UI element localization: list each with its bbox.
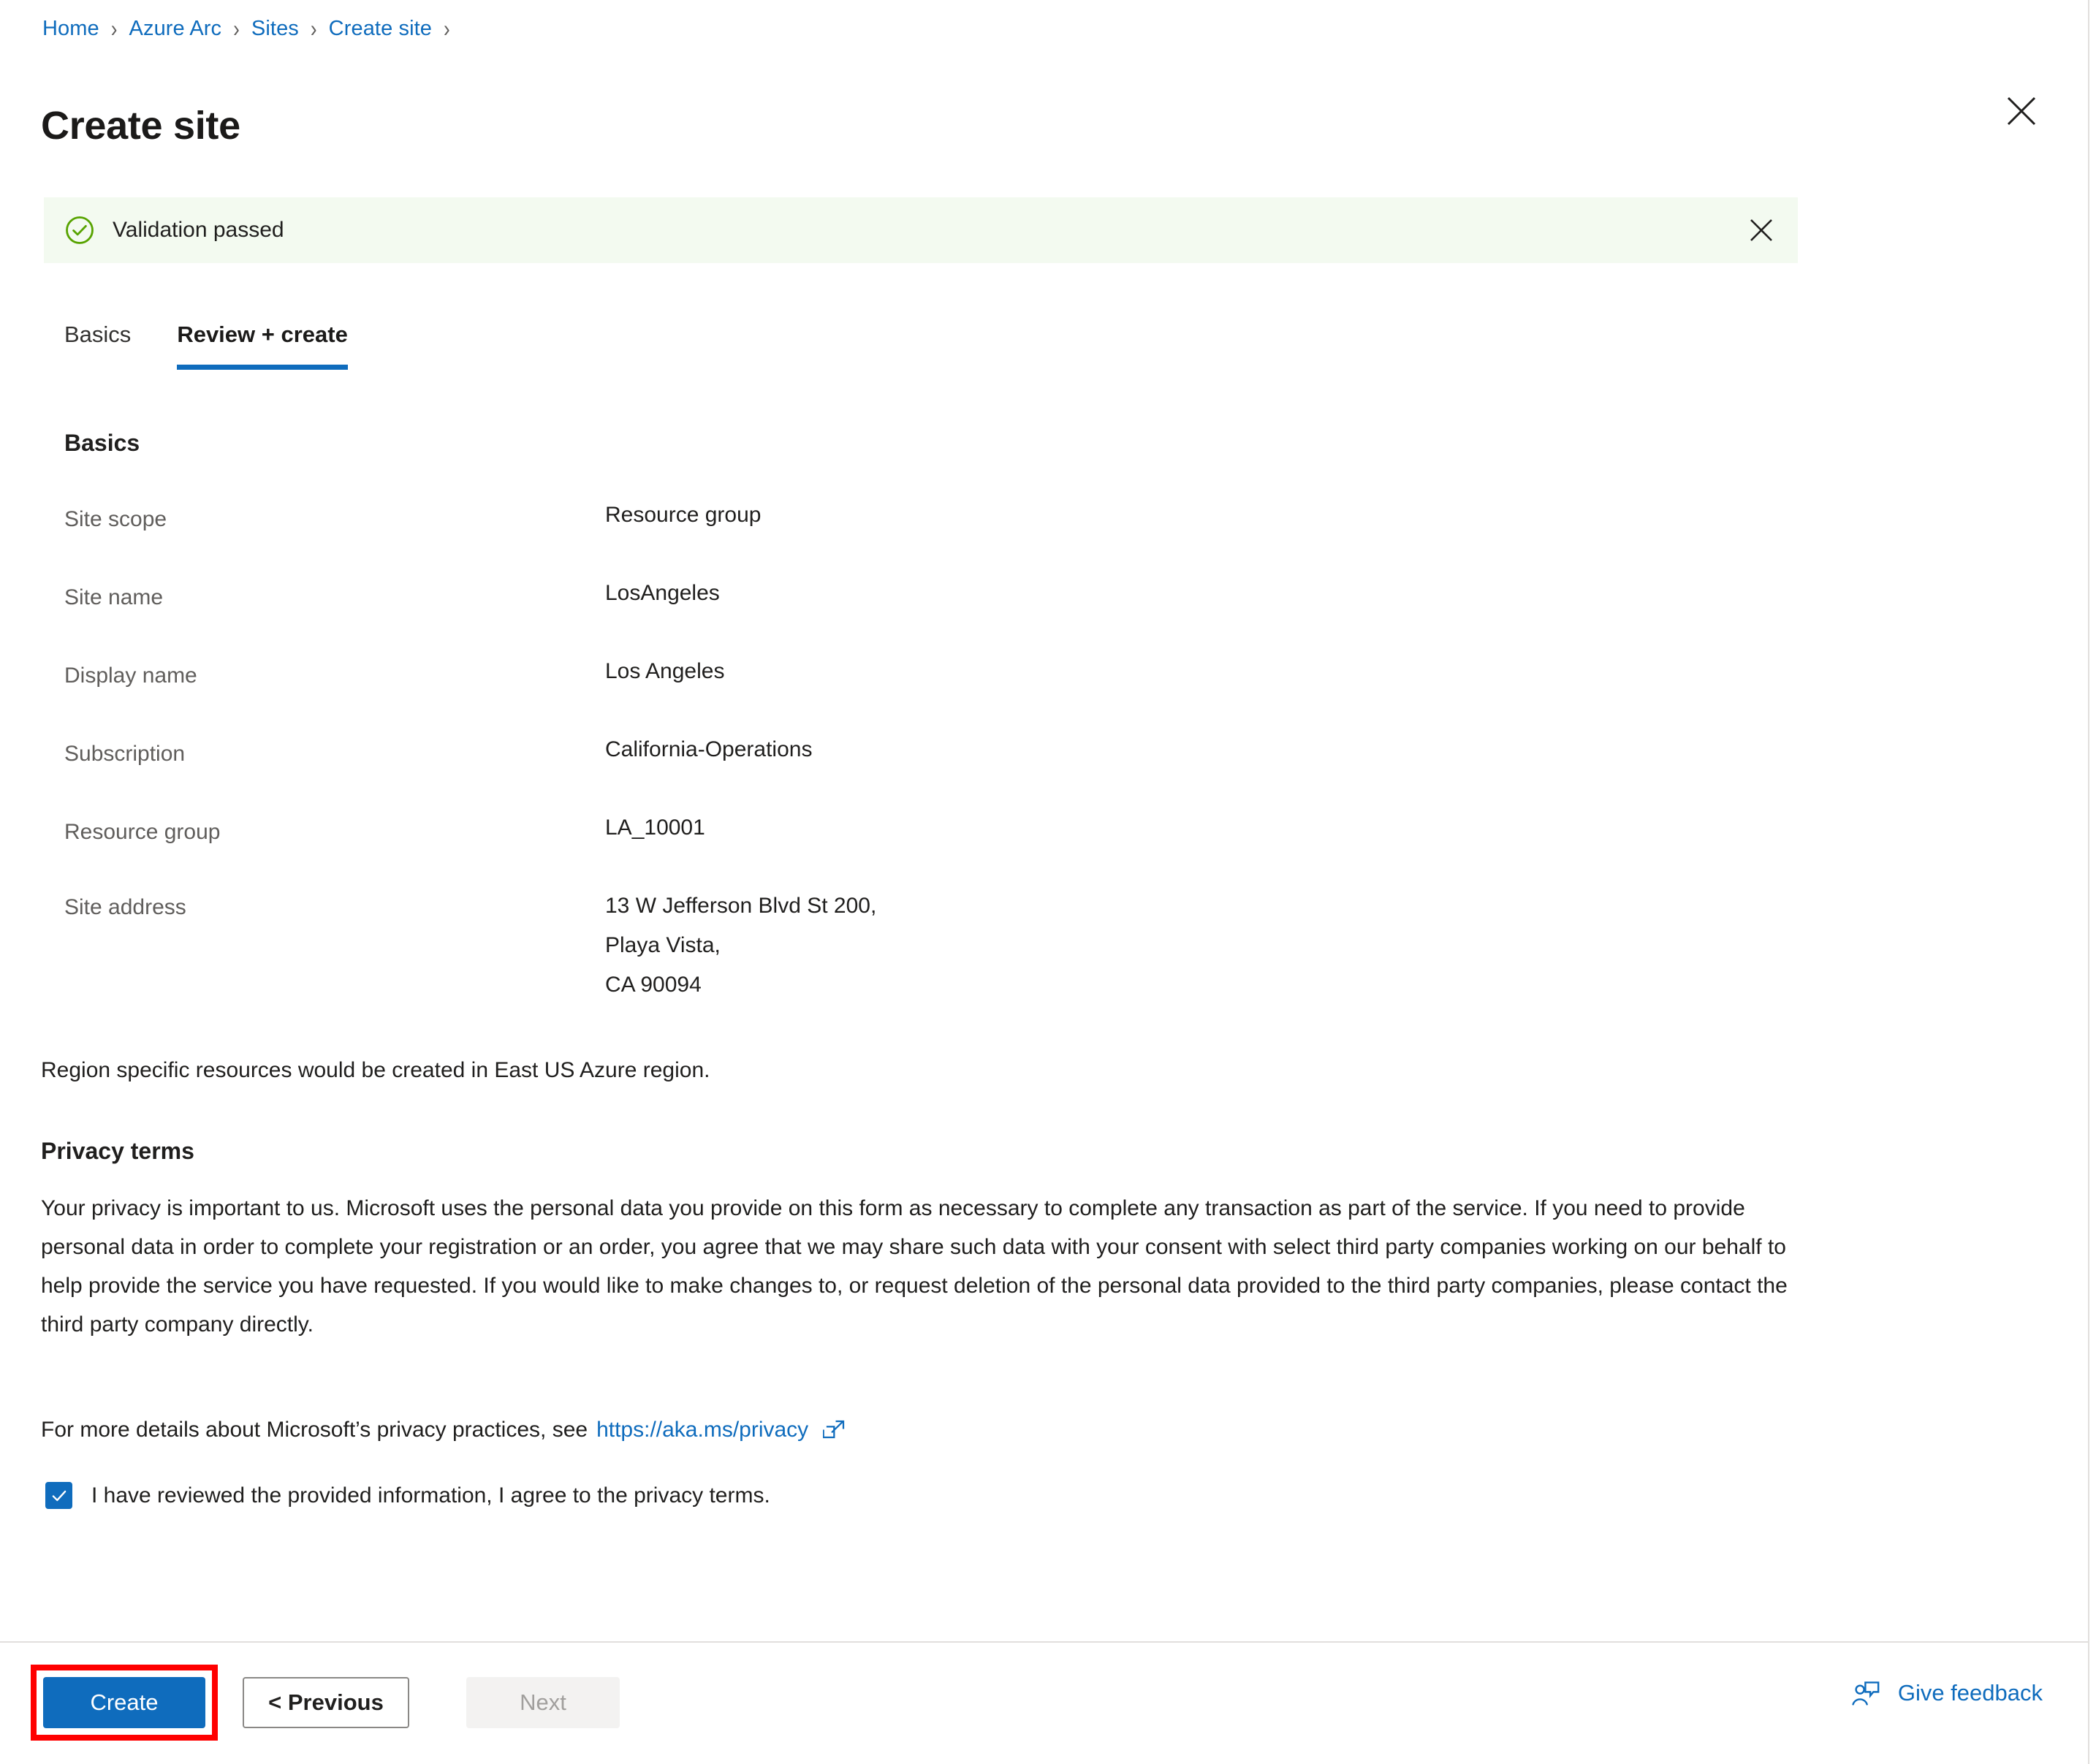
breadcrumb-item-azure-arc[interactable]: Azure Arc xyxy=(129,16,222,42)
wizard-tabs: Basics Review + create xyxy=(64,322,394,370)
summary-key: Display name xyxy=(64,664,197,688)
give-feedback-button[interactable]: Give feedback xyxy=(1851,1678,2043,1708)
check-circle-icon xyxy=(66,216,94,244)
breadcrumb-separator-icon: › xyxy=(444,14,450,42)
privacy-terms-body: Your privacy is important to us. Microso… xyxy=(41,1196,1788,1337)
address-line: 13 W Jefferson Blvd St 200, xyxy=(605,894,877,918)
summary-key: Site address xyxy=(64,895,186,919)
summary-key: Site scope xyxy=(64,507,167,531)
summary-row-site-scope: Site scope Resource group xyxy=(64,504,1745,582)
close-icon[interactable] xyxy=(2000,89,2043,133)
summary-key: Site name xyxy=(64,585,164,609)
summary-row-site-address: Site address 13 W Jefferson Blvd St 200,… xyxy=(64,895,1745,1012)
breadcrumb-separator-icon: › xyxy=(233,14,240,42)
next-button: Next xyxy=(466,1677,620,1728)
create-button-highlight: Create xyxy=(31,1665,218,1741)
wizard-footer: Create < Previous Next Give feedback xyxy=(0,1643,2088,1764)
privacy-policy-link[interactable]: https://aka.ms/privacy xyxy=(596,1418,808,1442)
breadcrumb-item-create-site[interactable]: Create site xyxy=(329,16,432,42)
privacy-link-row: For more details about Microsoft’s priva… xyxy=(41,1418,846,1442)
person-feedback-icon xyxy=(1851,1678,1882,1708)
breadcrumb: Home › Azure Arc › Sites › Create site › xyxy=(42,14,462,42)
close-icon[interactable] xyxy=(1741,210,1782,251)
summary-key: Subscription xyxy=(64,742,186,766)
summary-key: Resource group xyxy=(64,820,221,844)
create-button[interactable]: Create xyxy=(43,1677,205,1728)
basics-summary-list: Site scope Resource group Site name LosA… xyxy=(64,504,1745,1012)
summary-value: LosAngeles xyxy=(605,581,720,605)
summary-value: LA_10001 xyxy=(605,816,705,840)
address-line: Playa Vista, xyxy=(605,933,721,957)
tab-review-create[interactable]: Review + create xyxy=(177,322,348,370)
breadcrumb-item-sites[interactable]: Sites xyxy=(251,16,299,42)
privacy-consent-checkbox[interactable] xyxy=(45,1482,72,1509)
privacy-link-prefix: For more details about Microsoft’s priva… xyxy=(41,1418,588,1442)
previous-button[interactable]: < Previous xyxy=(243,1677,409,1728)
privacy-consent-row[interactable]: I have reviewed the provided information… xyxy=(45,1482,770,1509)
breadcrumb-separator-icon: › xyxy=(310,14,317,42)
summary-row-resource-group: Resource group LA_10001 xyxy=(64,817,1745,895)
give-feedback-label: Give feedback xyxy=(1897,1680,2043,1706)
checkmark-icon xyxy=(52,1490,66,1501)
privacy-consent-label[interactable]: I have reviewed the provided information… xyxy=(91,1483,770,1508)
summary-row-site-name: Site name LosAngeles xyxy=(64,582,1745,661)
summary-value: California-Operations xyxy=(605,737,813,761)
validation-banner: Validation passed xyxy=(44,197,1798,263)
breadcrumb-separator-icon: › xyxy=(110,14,118,42)
summary-row-display-name: Display name Los Angeles xyxy=(64,661,1745,739)
tab-basics[interactable]: Basics xyxy=(64,322,131,370)
basics-section-heading: Basics xyxy=(64,430,140,456)
address-line: CA 90094 xyxy=(605,973,702,997)
page-title: Create site xyxy=(41,104,240,148)
privacy-terms-heading: Privacy terms xyxy=(41,1138,194,1164)
blade-right-edge xyxy=(2088,0,2096,1764)
summary-value-address: 13 W Jefferson Blvd St 200, Playa Vista,… xyxy=(605,895,876,996)
create-site-blade: Home › Azure Arc › Sites › Create site ›… xyxy=(0,0,2096,1764)
summary-value: Los Angeles xyxy=(605,659,725,683)
summary-value: Resource group xyxy=(605,503,762,527)
external-link-icon[interactable] xyxy=(823,1418,846,1442)
region-note: Region specific resources would be creat… xyxy=(41,1058,710,1082)
validation-banner-message: Validation passed xyxy=(113,218,284,242)
summary-row-subscription: Subscription California-Operations xyxy=(64,739,1745,817)
breadcrumb-item-home[interactable]: Home xyxy=(42,16,99,42)
